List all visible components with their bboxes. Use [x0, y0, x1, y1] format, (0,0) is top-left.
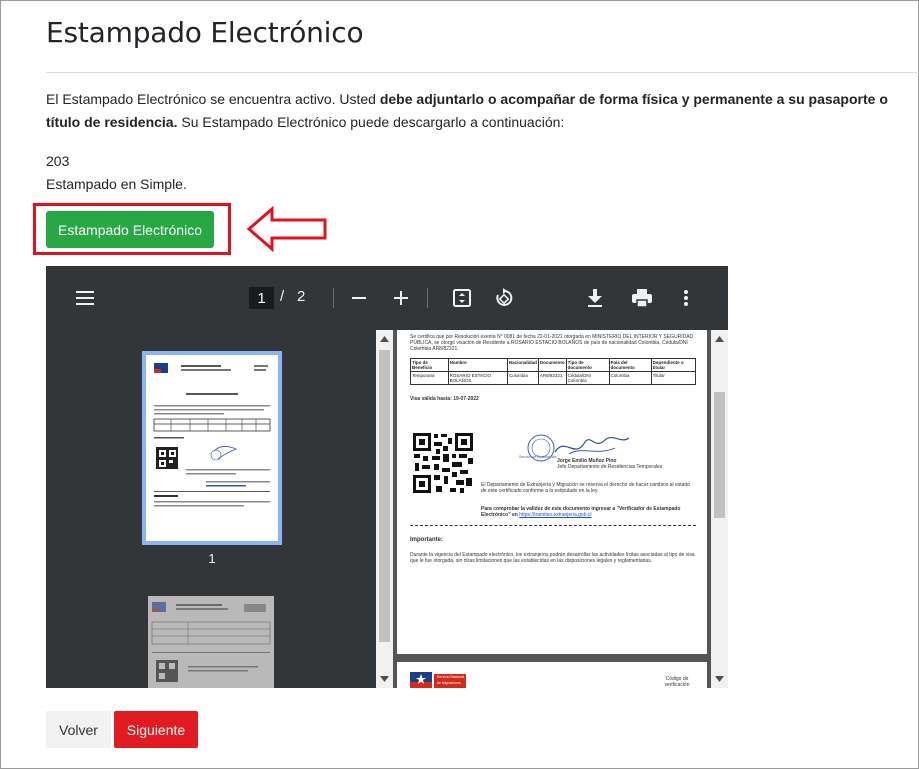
table-cell: Colombia [506, 371, 539, 385]
intro-paragraph: El Estampado Electrónico se encuentra ac… [46, 88, 906, 134]
thumbnail-preview [153, 363, 271, 507]
document-page-1: Se certifica que por Resolución exenta N… [397, 330, 707, 654]
rotate-icon[interactable] [493, 287, 515, 309]
page-separator: / [280, 288, 285, 305]
table-header-cell: Dependiente o titular [650, 358, 697, 372]
table-cell: Colombia [608, 371, 652, 385]
table-header-cell: País del documento [608, 358, 652, 372]
stamp-info: 203 Estampado en Simple. [46, 150, 187, 196]
verification-code-label: Código de verificación [664, 676, 690, 688]
intro-text: El Estampado Electrónico se encuentra ac… [46, 91, 380, 107]
important-title: Importante: [410, 537, 443, 543]
pdf-viewer: 1 / 2 1 Se certifica que por Resolución … [46, 266, 728, 688]
stamp-code: 203 [46, 153, 70, 169]
zoom-out-icon[interactable] [349, 288, 369, 308]
table-header-cell: Nacionalidad [506, 358, 539, 372]
print-icon[interactable] [630, 287, 654, 309]
verify-notice: Para comprobar la validez de este docume… [481, 506, 693, 518]
more-options-icon[interactable] [678, 287, 694, 309]
back-button[interactable]: Volver [46, 711, 111, 748]
important-text: Durante la vigencia del Estampado electr… [410, 552, 695, 564]
stamp-status: Estampado en Simple. [46, 176, 187, 192]
sidebar-scrollbar[interactable] [376, 330, 393, 688]
title-divider [46, 72, 919, 73]
page-number-input[interactable]: 1 [249, 287, 274, 309]
document-page-2: Servicio Nacional de Migraciones Código … [397, 662, 707, 688]
qr-code-icon [412, 432, 474, 494]
download-stamp-button[interactable]: Estampado Electrónico [46, 211, 214, 248]
section-divider [410, 525, 696, 526]
government-logo-text: Servicio Nacional de Migraciones [437, 675, 465, 685]
table-header-cell: Tipo de Beneficio [410, 358, 449, 372]
menu-icon[interactable] [74, 288, 96, 308]
pointer-arrow-annotation [246, 206, 327, 252]
verify-link[interactable]: https://tramites.extranjeria.gob.cl [519, 512, 591, 518]
page-total: 2 [297, 288, 306, 305]
table-cell: Temporaria [410, 371, 449, 385]
page-thumbnail-1[interactable] [142, 351, 282, 545]
page-thumbnail-2[interactable] [148, 596, 274, 688]
pdf-toolbar: 1 / 2 [46, 266, 728, 330]
page-title: Estampado Electrónico [46, 16, 364, 49]
table-header-cell: Tipo de documento [565, 358, 610, 372]
zoom-in-icon[interactable] [391, 288, 411, 308]
reserve-notice: El Departamento de Extranjería y Migraci… [481, 482, 690, 494]
next-button[interactable]: Siguiente [114, 711, 198, 748]
table-header-cell: Nombre [447, 358, 508, 372]
table-cell: Titular [650, 371, 697, 385]
table-cell: ROSARIO ESTACIO BOLAÑOS [447, 371, 508, 385]
signature-role: Jefe Departamento de Residencias Tempora… [557, 464, 663, 470]
signature-stamp-text: Sección de Residencias [519, 455, 557, 459]
fit-page-icon[interactable] [451, 287, 473, 309]
table-row: Temporaria ROSARIO ESTACIO BOLAÑOS Colom… [410, 371, 697, 385]
download-icon[interactable] [584, 287, 606, 309]
table-cell: AR8/82321 [537, 371, 567, 385]
thumbnail-page-number: 1 [208, 551, 216, 566]
document-scrollbar[interactable] [711, 330, 728, 688]
table-header-cell: Documento [537, 358, 567, 372]
intro-suffix-text: Su Estampado Electrónico puede descargar… [177, 114, 565, 130]
toolbar-divider [333, 288, 334, 308]
toolbar-divider [427, 288, 428, 308]
table-header-row: Tipo de Beneficio Nombre Nacionalidad Do… [410, 358, 697, 372]
beneficiary-table: Tipo de Beneficio Nombre Nacionalidad Do… [410, 358, 697, 385]
table-cell: Cédula/DNI Colombia [565, 371, 610, 385]
thumbnail-preview [151, 602, 271, 682]
visa-validity: Visa válida hasta: 19-07-2022 [410, 396, 479, 402]
certificate-text: Se certifica que por Resolución exenta N… [410, 334, 694, 352]
